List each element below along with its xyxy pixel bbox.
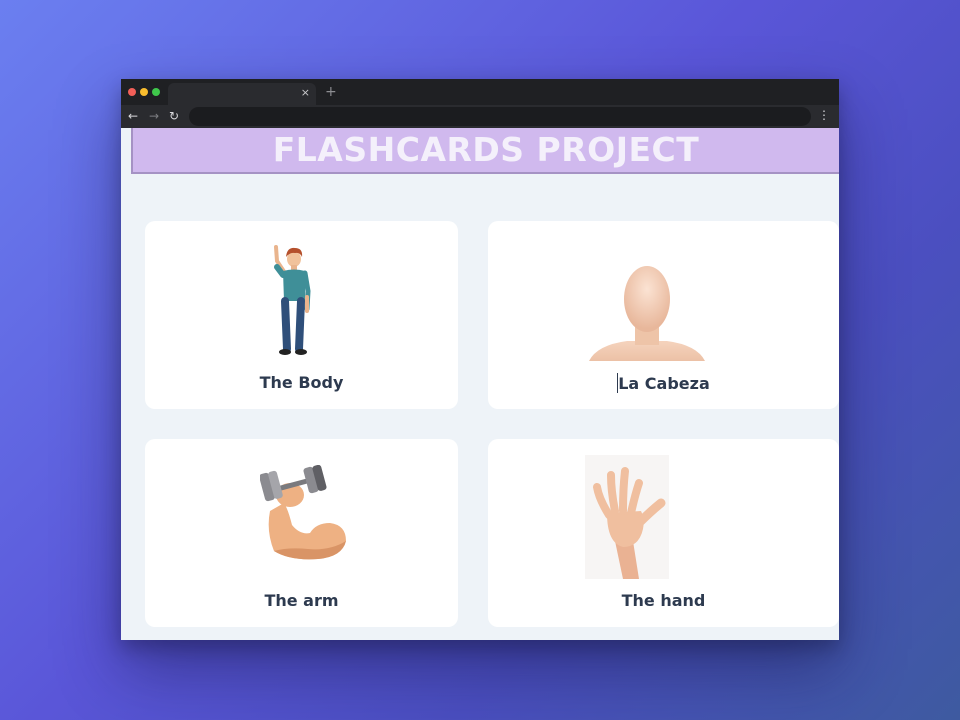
person-standing-illustration — [274, 245, 311, 355]
back-arrow-icon[interactable]: ← — [128, 108, 138, 124]
kebab-menu-icon[interactable]: ⋮ — [818, 108, 830, 122]
flashcard-label-text: La Cabeza — [618, 374, 710, 393]
browser-tab[interactable]: × — [168, 83, 316, 105]
close-tab-icon[interactable]: × — [301, 86, 310, 99]
reload-icon[interactable]: ↻ — [169, 108, 179, 124]
flashcard-label: La Cabeza — [488, 373, 839, 393]
browser-toolbar: ← → ↻ ⋮ — [121, 105, 839, 128]
flashcard-arm[interactable]: The arm — [145, 439, 458, 627]
forward-arrow-icon[interactable]: → — [149, 108, 159, 124]
page-title: FLASHCARDS PROJECT — [272, 130, 700, 169]
flashcard-head[interactable]: La Cabeza — [488, 221, 839, 409]
maximize-window-button[interactable] — [152, 88, 160, 96]
new-tab-icon[interactable]: + — [325, 84, 337, 100]
tab-bar: × + — [121, 79, 839, 105]
close-window-button[interactable] — [128, 88, 136, 96]
flashcard-label: The hand — [621, 591, 706, 610]
open-hand-illustration — [585, 455, 669, 579]
flashcard-label: The arm — [264, 591, 339, 610]
bald-head-illustration — [589, 266, 705, 361]
flashcard-hand[interactable]: The hand — [488, 439, 839, 627]
page-content: FLASHCARDS PROJECT The Body La Cabeza Th… — [121, 128, 839, 640]
header-banner: FLASHCARDS PROJECT — [131, 128, 839, 174]
flashcard-body[interactable]: The Body — [145, 221, 458, 409]
browser-window: × + ← → ↻ ⋮ FLASHCARDS PROJECT The Body … — [121, 79, 839, 640]
flexed-arm-dumbbell-illustration — [260, 465, 346, 560]
flashcard-label: The Body — [259, 373, 344, 392]
address-bar[interactable] — [189, 107, 811, 126]
minimize-window-button[interactable] — [140, 88, 148, 96]
